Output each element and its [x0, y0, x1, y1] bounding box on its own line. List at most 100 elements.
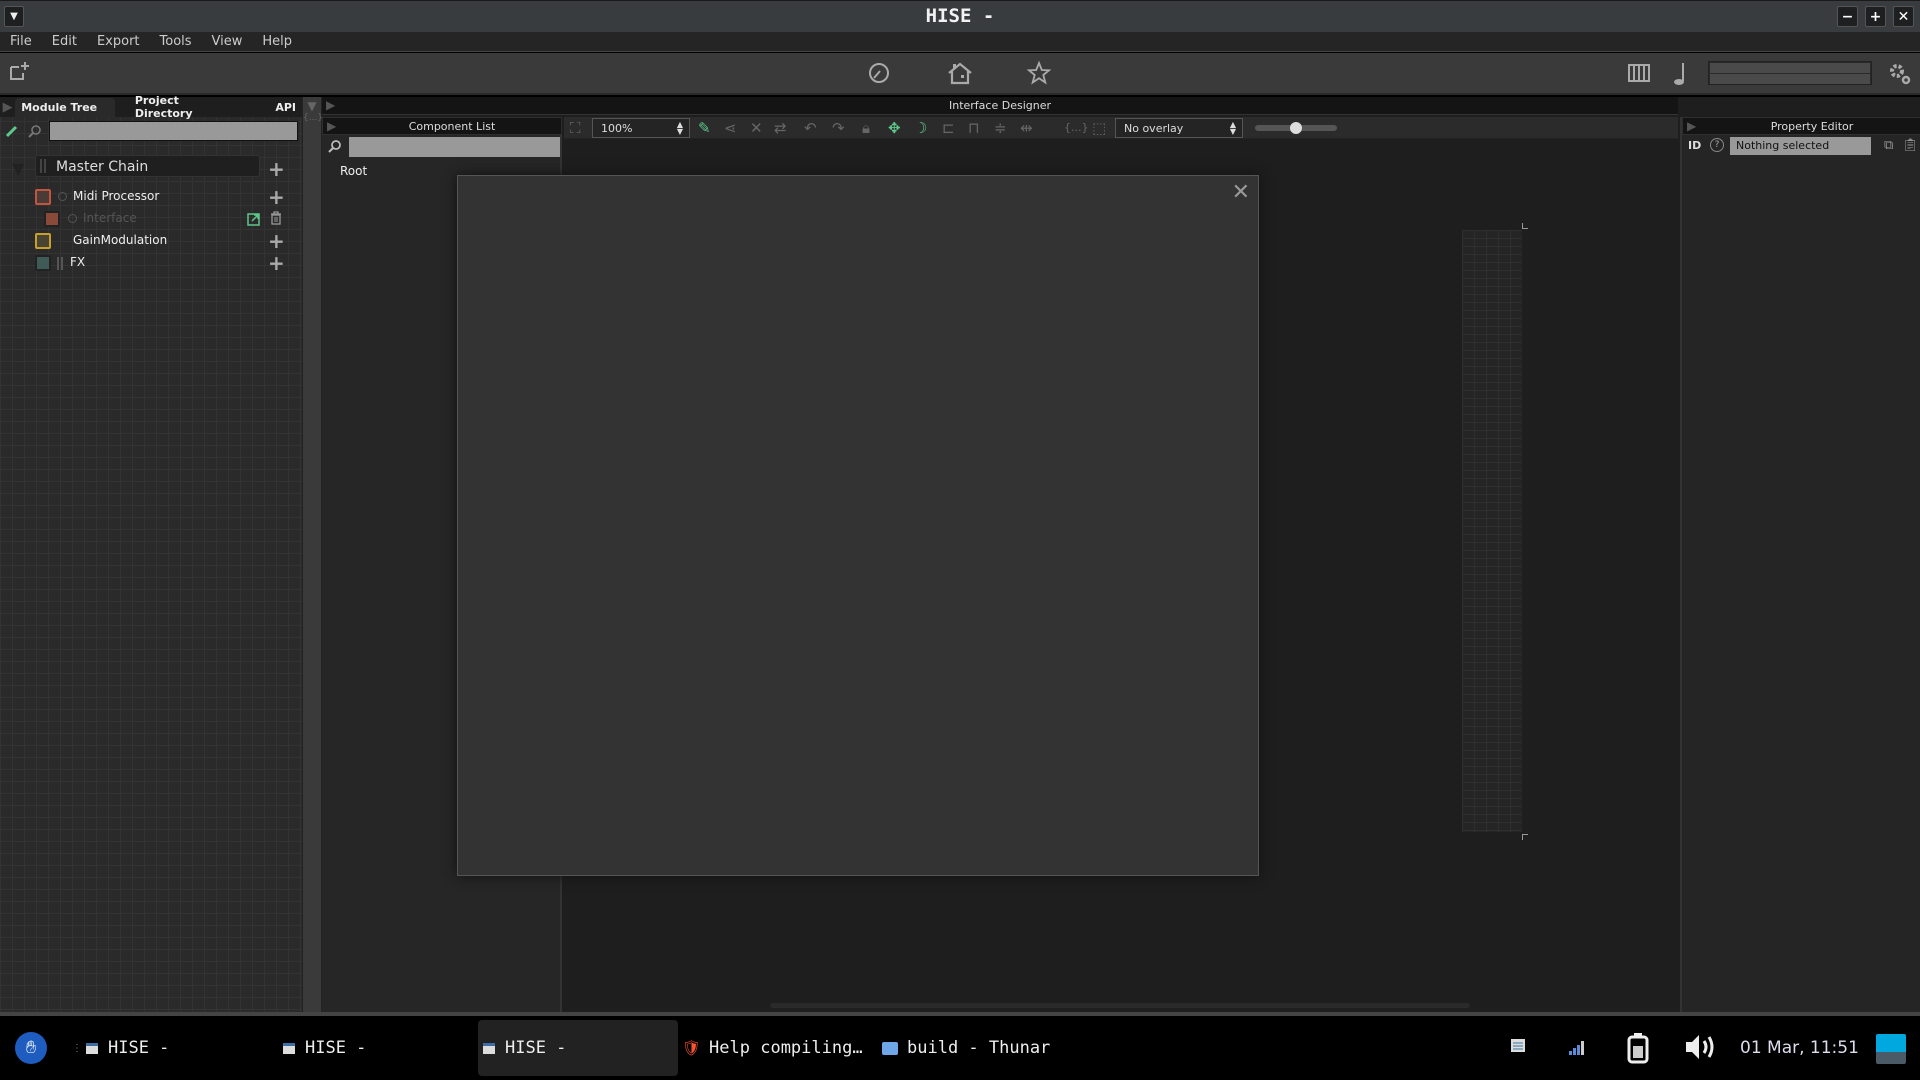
bypass-toggle[interactable]: [68, 214, 77, 223]
keyboard-icon[interactable]: [1628, 64, 1650, 86]
add-module-button[interactable]: +: [268, 187, 285, 207]
close-icon[interactable]: ✕: [1232, 180, 1250, 205]
panel-collapse-icon[interactable]: ▶: [327, 119, 336, 133]
maximize-button[interactable]: +: [1865, 6, 1886, 27]
star-icon[interactable]: [1026, 60, 1052, 89]
window-title: HISE -: [925, 5, 995, 27]
taskbar-app[interactable]: HISE -: [283, 1020, 366, 1076]
network-signal-icon[interactable]: [1569, 1040, 1585, 1059]
interface-canvas[interactable]: [1462, 230, 1522, 832]
align-left-icon[interactable]: ⊏: [942, 119, 955, 137]
paste-icon[interactable]: 📋︎: [1902, 138, 1919, 153]
volume-icon[interactable]: [1684, 1032, 1718, 1066]
select-arrows-icon: ▲ ▼: [676, 120, 683, 136]
menu-tools[interactable]: Tools: [150, 32, 202, 51]
taskbar-app[interactable]: 🛡︎ Help compiling…: [682, 1020, 863, 1076]
add-module-button[interactable]: +: [268, 231, 285, 251]
xfce-menu-icon[interactable]: ✋︎: [15, 1032, 47, 1064]
performance-meter-icon[interactable]: [867, 61, 891, 89]
tree-item-interface[interactable]: Interface: [83, 211, 137, 225]
vertical-splitter[interactable]: ▼ {...}: [302, 97, 323, 1012]
add-module-button[interactable]: +: [268, 159, 285, 179]
share-icon[interactable]: ⋖: [724, 119, 737, 137]
clipboard-manager-icon[interactable]: [1510, 1037, 1526, 1057]
menu-view[interactable]: View: [202, 32, 253, 51]
tab-project-directory[interactable]: Project Directory: [115, 91, 242, 123]
module-search-input[interactable]: [49, 121, 298, 141]
edit-mode-pencil-icon[interactable]: ✎: [698, 119, 711, 137]
tab-api[interactable]: API: [241, 98, 302, 117]
settings-gear-icon[interactable]: [1888, 62, 1912, 90]
menu-file[interactable]: File: [0, 32, 42, 51]
workspace-switcher[interactable]: [1876, 1034, 1906, 1064]
script-braces-icon[interactable]: {...}: [303, 113, 323, 123]
menu-help[interactable]: Help: [252, 32, 302, 51]
select-arrows-icon: ▲ ▼: [1229, 120, 1236, 136]
collapse-triangle-icon[interactable]: ▼: [12, 159, 24, 178]
lock-icon[interactable]: 🔒︎: [862, 119, 870, 137]
component-search-input[interactable]: [349, 137, 560, 157]
module-color-swatch[interactable]: [44, 211, 60, 227]
taskbar-app[interactable]: build - Thunar: [882, 1020, 1050, 1076]
open-popup-icon[interactable]: [247, 211, 260, 230]
window-icon: [483, 1042, 495, 1054]
overlay-select[interactable]: No overlay ▲ ▼: [1115, 118, 1243, 138]
battery-icon[interactable]: [1627, 1032, 1649, 1068]
module-color-swatch[interactable]: [35, 189, 51, 205]
copy-icon[interactable]: ⧉: [1884, 138, 1893, 153]
midi-note-icon[interactable]: [1672, 61, 1688, 91]
overlay-value: No overlay: [1124, 122, 1184, 135]
undo-icon[interactable]: ↶: [804, 119, 817, 137]
distribute-horizontal-icon[interactable]: ⇹: [1020, 119, 1033, 137]
edit-pencil-icon[interactable]: [5, 123, 19, 142]
zoom-level-select[interactable]: 100% ▲ ▼: [592, 118, 690, 138]
overlay-opacity-slider[interactable]: [1255, 122, 1337, 134]
zoom-fit-icon[interactable]: ⛶: [570, 119, 581, 137]
close-button[interactable]: ✕: [1893, 6, 1914, 27]
delete-trash-icon[interactable]: [270, 210, 282, 229]
redo-icon[interactable]: ↷: [832, 119, 845, 137]
module-color-swatch[interactable]: [35, 233, 51, 249]
distribute-vertical-icon[interactable]: ≑: [994, 119, 1007, 137]
align-top-icon[interactable]: ⊓: [968, 119, 980, 137]
minimize-button[interactable]: −: [1837, 6, 1858, 27]
new-window-icon[interactable]: [9, 61, 31, 85]
home-icon[interactable]: [946, 61, 974, 89]
property-editor-title: Property Editor: [1770, 120, 1854, 133]
help-icon[interactable]: ?: [1710, 138, 1724, 152]
tree-item-midi-processor[interactable]: Midi Processor: [73, 189, 159, 203]
panel-collapse-icon[interactable]: ▶: [0, 100, 15, 115]
main-area: ▶ Module Tree Project Directory API ▼ Ma…: [0, 94, 1920, 1012]
designer-toolbar: ⛶ 100% ▲ ▼ ✎ ⋖ ✕ ⇄ ↶ ↷ 🔒︎ ✥ ☽ ⊏ ⊓ ≑ ⇹ {..…: [564, 117, 1678, 139]
bypass-toggle[interactable]: [58, 192, 67, 201]
rebuild-icon[interactable]: ⇄: [774, 119, 787, 137]
clock[interactable]: 01 Mar, 11:51: [1740, 1038, 1859, 1058]
menu-edit[interactable]: Edit: [42, 32, 87, 51]
canvas-corner-marker: [1522, 223, 1528, 229]
select-region-icon[interactable]: ⬚: [1092, 119, 1106, 137]
script-braces-icon[interactable]: {...}: [1064, 121, 1089, 134]
collapse-triangle-icon[interactable]: ▼: [303, 99, 321, 113]
folder-icon: [882, 1041, 898, 1055]
selection-id-field[interactable]: Nothing selected: [1730, 137, 1871, 155]
move-icon[interactable]: ✥: [888, 119, 901, 137]
panel-collapse-icon[interactable]: ▶: [1687, 119, 1696, 133]
taskbar-app-label: HISE -: [305, 1038, 367, 1058]
component-tree-root[interactable]: Root: [340, 164, 367, 178]
chain-handle-icon: [57, 257, 63, 270]
property-editor-panel: ▶ Property Editor ID ? Nothing selected …: [1680, 117, 1920, 1012]
taskbar-app-active[interactable]: HISE -: [478, 1020, 678, 1076]
snap-magnet-icon[interactable]: ☽: [914, 119, 927, 137]
horizontal-scrollbar[interactable]: [770, 1003, 1470, 1008]
tree-item-gain-modulation[interactable]: GainModulation: [73, 233, 167, 247]
cpu-voice-meter: [1708, 61, 1872, 85]
delete-x-icon[interactable]: ✕: [750, 119, 763, 137]
module-color-swatch[interactable]: [35, 255, 51, 271]
tree-item-fx[interactable]: FX: [70, 255, 85, 269]
menu-export[interactable]: Export: [87, 32, 150, 51]
slider-knob[interactable]: [1290, 122, 1302, 134]
window-titlebar: ▼ HISE - − + ✕: [0, 0, 1920, 32]
tab-module-tree[interactable]: Module Tree: [15, 97, 115, 117]
add-module-button[interactable]: +: [268, 253, 285, 273]
taskbar-app[interactable]: ⋮ HISE -: [72, 1020, 169, 1076]
